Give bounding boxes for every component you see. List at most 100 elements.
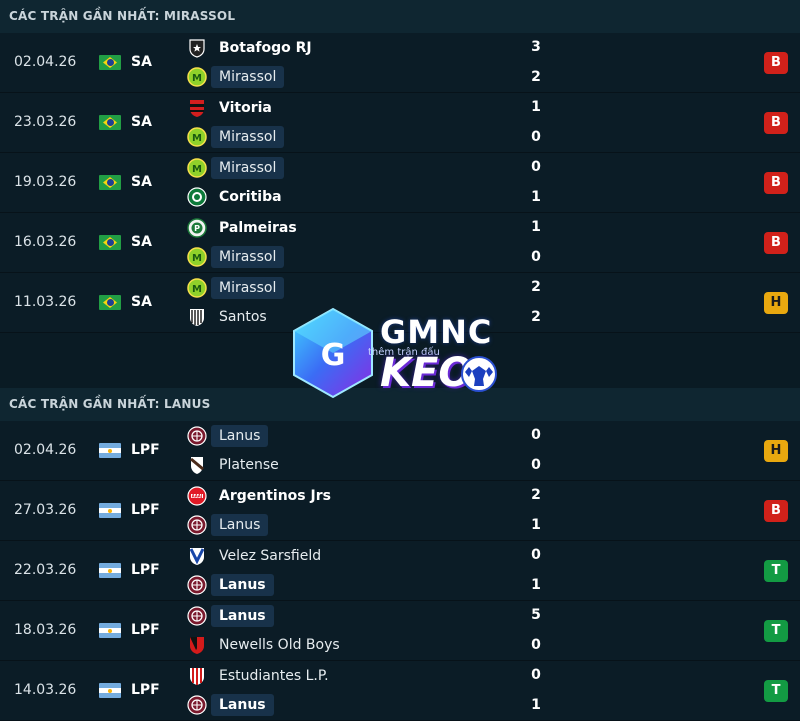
gmnc-keo-watermark-logo: G GMNC thêm trận đấu KEO (288, 305, 508, 400)
home-score: 5 (531, 607, 541, 623)
brazil-flag-icon (99, 55, 121, 70)
home-team[interactable]: M Mirassol (187, 276, 285, 300)
home-team[interactable]: M Mirassol (187, 156, 285, 180)
league-code: LPF (131, 442, 160, 458)
home-team[interactable]: Vitoria (187, 96, 280, 120)
mirassol-green-crest-icon: M (187, 247, 207, 267)
away-score: 0 (531, 457, 541, 473)
result-badge: T (764, 680, 788, 702)
home-team-name: Lanus (211, 605, 274, 627)
argentina-flag-icon (99, 563, 121, 578)
match-row[interactable]: 22.03.26 LPF Velez Sarsfield Lanus 0 1 T (0, 541, 800, 601)
home-team-name: Lanus (211, 425, 269, 447)
svg-text:M: M (192, 284, 202, 295)
away-team-name: Mirassol (211, 66, 285, 88)
platense-crest-icon (187, 455, 207, 475)
home-team[interactable]: AAAJ Argentinos Jrs (187, 484, 339, 508)
away-team-name: Lanus (211, 574, 274, 596)
result-badge: T (764, 620, 788, 642)
league-code: LPF (131, 502, 160, 518)
away-team-name: Newells Old Boys (219, 637, 340, 653)
svg-text:P: P (194, 224, 200, 233)
away-team[interactable]: Lanus (187, 693, 274, 717)
lanus-maroon-crest-icon (187, 515, 207, 535)
home-team[interactable]: P Palmeiras (187, 216, 305, 240)
match-row[interactable]: 23.03.26 SA Vitoria M Mirassol 1 0 B (0, 93, 800, 153)
home-team-name: Vitoria (219, 100, 272, 116)
home-team-name: Palmeiras (219, 220, 297, 236)
result-badge: B (764, 500, 788, 522)
argentina-flag-icon (99, 623, 121, 638)
home-score: 2 (531, 487, 541, 503)
match-row[interactable]: 19.03.26 SA M Mirassol Coritiba 0 1 B (0, 153, 800, 213)
away-team[interactable]: Santos (187, 305, 275, 329)
botafogo-star-crest-icon (187, 38, 207, 58)
home-score: 0 (531, 427, 541, 443)
match-row[interactable]: 02.04.26 LPF Lanus Platense 0 0 H (0, 421, 800, 481)
result-badge: B (764, 172, 788, 194)
home-team-name: Velez Sarsfield (219, 548, 322, 564)
home-team-name: Estudiantes L.P. (219, 668, 329, 684)
palmeiras-green-crest-icon: P (187, 218, 207, 238)
league-code: SA (131, 54, 152, 70)
match-row[interactable]: 14.03.26 LPF Estudiantes L.P. Lanus 0 1 T (0, 661, 800, 721)
away-team[interactable]: M Mirassol (187, 125, 285, 149)
match-row[interactable]: 02.04.26 SA Botafogo RJ M Mirassol 3 2 B (0, 33, 800, 93)
home-team[interactable]: Botafogo RJ (187, 36, 320, 60)
away-team[interactable]: Lanus (187, 513, 269, 537)
home-score: 3 (531, 39, 541, 55)
result-badge: T (764, 560, 788, 582)
mirassol-green-crest-icon: M (187, 127, 207, 147)
away-team-name: Coritiba (219, 189, 282, 205)
away-team[interactable]: Lanus (187, 573, 274, 597)
home-score: 1 (531, 219, 541, 235)
away-score: 1 (531, 517, 541, 533)
svg-text:M: M (192, 164, 202, 175)
away-team[interactable]: M Mirassol (187, 65, 285, 89)
away-team[interactable]: Newells Old Boys (187, 633, 348, 657)
away-score: 2 (531, 69, 541, 85)
home-team[interactable]: Velez Sarsfield (187, 544, 329, 568)
estudiantes-striped-crest-icon (187, 666, 207, 686)
match-row[interactable]: 16.03.26 SA P Palmeiras M Mirassol 1 0 B (0, 213, 800, 273)
away-team[interactable]: M Mirassol (187, 245, 285, 269)
newells-red-black-crest-icon (187, 635, 207, 655)
svg-text:M: M (192, 253, 202, 264)
watermark-line1: GMNC (380, 313, 493, 351)
brazil-flag-icon (99, 235, 121, 250)
brazil-flag-icon (99, 115, 121, 130)
lanus-maroon-crest-icon (187, 426, 207, 446)
match-row[interactable]: 27.03.26 LPF AAAJ Argentinos Jrs Lanus 2 1 B (0, 481, 800, 541)
match-date: 18.03.26 (14, 622, 77, 638)
league-code: SA (131, 234, 152, 250)
coritiba-green-crest-icon (187, 187, 207, 207)
away-score: 0 (531, 129, 541, 145)
result-badge: B (764, 112, 788, 134)
away-team-name: Lanus (211, 514, 269, 536)
home-team[interactable]: Lanus (187, 424, 269, 448)
home-team-name: Argentinos Jrs (219, 488, 331, 504)
match-date: 11.03.26 (14, 294, 77, 310)
match-row[interactable]: 18.03.26 LPF Lanus Newells Old Boys 5 0 T (0, 601, 800, 661)
away-score: 1 (531, 697, 541, 713)
santos-striped-crest-icon (187, 307, 207, 327)
away-team-name: Platense (219, 457, 279, 473)
section-header: CÁC TRẬN GẦN NHẤT: MIRASSOL (0, 0, 800, 33)
league-code: SA (131, 114, 152, 130)
home-team[interactable]: Estudiantes L.P. (187, 664, 337, 688)
away-team[interactable]: Platense (187, 453, 287, 477)
match-date: 19.03.26 (14, 174, 77, 190)
mirassol-green-crest-icon: M (187, 67, 207, 87)
away-score: 1 (531, 189, 541, 205)
home-score: 2 (531, 279, 541, 295)
home-team[interactable]: Lanus (187, 604, 274, 628)
away-team[interactable]: Coritiba (187, 185, 290, 209)
argentina-flag-icon (99, 503, 121, 518)
watermark-line2: KEO (380, 350, 473, 396)
home-team-name: Botafogo RJ (219, 40, 312, 56)
league-code: LPF (131, 562, 160, 578)
away-team-name: Mirassol (211, 246, 285, 268)
argentinos-red-blue-crest-icon: AAAJ (187, 486, 207, 506)
away-score: 2 (531, 309, 541, 325)
away-team-name: Mirassol (211, 126, 285, 148)
